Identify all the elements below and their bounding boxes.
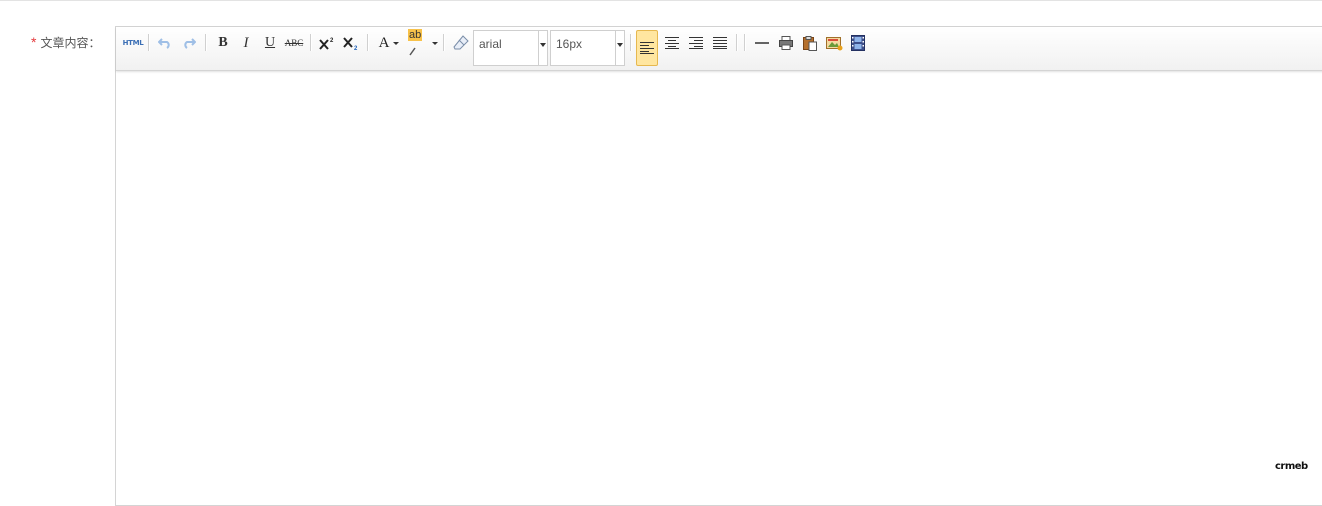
undo-button[interactable] xyxy=(154,32,176,54)
toolbar-separator xyxy=(367,34,369,51)
html-source-icon: HTML xyxy=(122,39,144,47)
paste-icon xyxy=(803,35,817,51)
insert-video-button[interactable] xyxy=(847,32,869,54)
image-icon xyxy=(825,36,843,51)
required-mark: * xyxy=(31,34,37,50)
svg-text:2: 2 xyxy=(330,38,334,44)
horizontal-rule-icon xyxy=(755,41,769,45)
crmeb-logo: crmeb xyxy=(1275,461,1308,472)
printer-icon xyxy=(779,36,793,50)
font-color-button[interactable]: A xyxy=(374,32,404,54)
svg-text:2: 2 xyxy=(354,46,358,50)
chevron-down-icon xyxy=(393,41,400,45)
strikethrough-icon: ABC xyxy=(284,38,304,48)
superscript-button[interactable]: 2 xyxy=(316,32,338,54)
top-divider xyxy=(0,0,1322,1)
align-justify-icon xyxy=(713,37,727,49)
undo-icon xyxy=(158,37,172,49)
toolbar-separator xyxy=(148,34,150,51)
rich-text-editor: HTML B I U ABC 2 2 A ab arial 16px xyxy=(115,26,1322,506)
font-color-icon: A xyxy=(378,34,390,51)
source-html-button[interactable]: HTML xyxy=(121,32,145,54)
toolbar-separator xyxy=(630,34,632,51)
chevron-down-icon xyxy=(538,31,547,65)
toolbar-separator xyxy=(443,34,445,51)
underline-icon: U xyxy=(264,35,276,50)
bold-icon: B xyxy=(218,35,228,50)
eraser-icon xyxy=(453,35,469,51)
align-center-icon xyxy=(665,37,679,49)
toolbar-separator xyxy=(744,34,746,51)
background-color-button[interactable]: ab xyxy=(408,29,438,56)
font-size-value: 16px xyxy=(556,37,583,51)
video-icon xyxy=(851,35,865,51)
clear-format-button[interactable] xyxy=(450,32,472,54)
redo-icon xyxy=(182,37,196,49)
strikethrough-button[interactable]: ABC xyxy=(283,32,305,54)
toolbar-separator xyxy=(205,34,207,51)
editor-content-area[interactable] xyxy=(116,71,1322,505)
align-right-icon xyxy=(689,37,703,49)
font-family-value: arial xyxy=(479,37,502,51)
subscript-icon: 2 xyxy=(343,36,359,50)
italic-button[interactable]: I xyxy=(235,32,257,54)
editor-toolbar: HTML B I U ABC 2 2 A ab arial 16px xyxy=(116,27,1322,71)
align-left-icon xyxy=(640,42,654,54)
font-size-select[interactable]: 16px xyxy=(550,30,625,66)
toolbar-separator xyxy=(736,34,738,51)
subscript-button[interactable]: 2 xyxy=(340,32,362,54)
align-justify-button[interactable] xyxy=(709,32,731,54)
field-label: * 文章内容： xyxy=(31,34,100,50)
highlight-icon: ab xyxy=(408,25,430,61)
horizontal-rule-button[interactable] xyxy=(751,32,773,54)
align-right-button[interactable] xyxy=(685,32,707,54)
italic-icon: I xyxy=(243,34,249,51)
font-family-select[interactable]: arial xyxy=(473,30,548,66)
chevron-down-icon xyxy=(432,41,438,45)
underline-button[interactable]: U xyxy=(259,32,281,54)
print-button[interactable] xyxy=(775,32,797,54)
bold-button[interactable]: B xyxy=(212,32,234,54)
toolbar-separator xyxy=(310,34,312,51)
redo-button[interactable] xyxy=(178,32,200,54)
field-label-text: 文章内容： xyxy=(40,36,101,50)
align-left-button[interactable] xyxy=(636,30,658,66)
superscript-icon: 2 xyxy=(319,36,335,50)
align-center-button[interactable] xyxy=(661,32,683,54)
paste-button[interactable] xyxy=(799,32,821,54)
chevron-down-icon xyxy=(615,31,624,65)
insert-image-button[interactable] xyxy=(823,32,845,54)
